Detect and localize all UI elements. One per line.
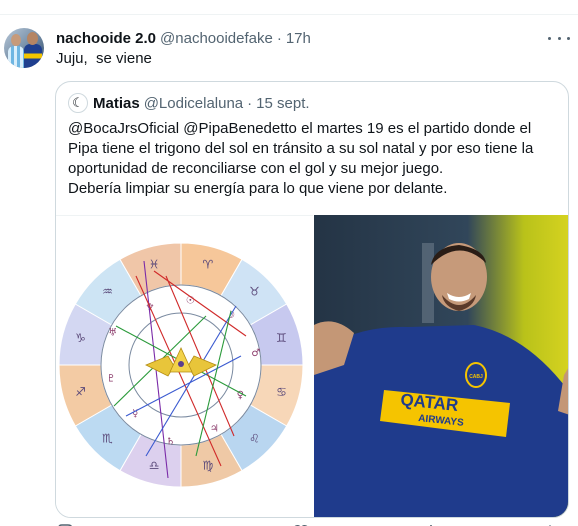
club-badge-text: CABJ — [469, 374, 483, 380]
quoted-tweet-header: ☾ Matias @Lodicelaluna · 15 sept. — [68, 93, 310, 113]
quoted-text-line: Debería limpiar su energía para lo que v… — [68, 180, 448, 197]
tweet-header: nachooide 2.0 @nachooidefake · 17h — [56, 28, 311, 48]
quoted-text-line: @BocaJrsOficial @PipaBenedetto el martes… — [68, 120, 532, 137]
quoted-tweet-text: @BocaJrsOficial @PipaBenedetto el martes… — [68, 119, 560, 199]
zodiac-glyph: ☉ — [186, 296, 195, 307]
zodiac-glyph: ♐ — [75, 385, 86, 399]
zodiac-glyph: ♃ — [210, 424, 219, 435]
quoted-date[interactable]: 15 sept. — [256, 95, 309, 112]
avatar-figure-left — [8, 46, 24, 68]
zodiac-glyph: ♌ — [249, 432, 260, 446]
avatar-head-right — [27, 32, 38, 45]
zodiac-glyph: ♎ — [149, 458, 160, 472]
zodiac-glyph: ♍ — [203, 458, 214, 472]
quoted-text-line: Pipa tiene el trigono del sol en tránsit… — [68, 140, 534, 157]
quoted-text-line: oportunidad de reconciliarse con el gol … — [68, 160, 444, 177]
zodiac-glyph: ♏ — [102, 432, 113, 446]
tweet[interactable]: nachooide 2.0 @nachooidefake · 17h Juju,… — [0, 15, 578, 526]
club-badge-icon: CABJ — [465, 362, 487, 388]
tweet-text: Juju, se viene — [56, 50, 152, 67]
player-photo[interactable]: QATAR AIRWAYS CABJ — [314, 215, 568, 517]
zodiac-glyph: ♒ — [102, 284, 113, 298]
zodiac-glyph: ♈ — [203, 258, 214, 272]
quoted-avatar-moon-icon[interactable]: ☾ — [68, 93, 88, 113]
tweet-actions: 1 228 — [0, 522, 578, 526]
user-handle[interactable]: @nachooidefake — [160, 30, 273, 47]
zodiac-glyph: ♄ — [166, 436, 175, 447]
zodiac-glyph: ♉ — [249, 284, 260, 298]
quoted-display-name[interactable]: Matias — [93, 95, 140, 112]
zodiac-glyph: ♊ — [276, 331, 287, 345]
avatar-figure-right — [24, 44, 42, 68]
astrology-chart-wheel: ♈♉♊♋♌♍♎♏♐♑♒♓☉☽♂♀♃♄☿♇♅♆ — [58, 242, 304, 488]
timestamp[interactable]: 17h — [286, 30, 311, 47]
zodiac-glyph: ♓ — [149, 258, 160, 272]
display-name[interactable]: nachooide 2.0 — [56, 30, 156, 47]
astrology-chart-image[interactable]: ♈♉♊♋♌♍♎♏♐♑♒♓☉☽♂♀♃♄☿♇♅♆ — [56, 215, 313, 517]
zodiac-glyph: ♋ — [276, 385, 287, 399]
quoted-separator-dot: · — [247, 94, 253, 112]
quoted-tweet[interactable]: ☾ Matias @Lodicelaluna · 15 sept. @BocaJ… — [55, 81, 569, 518]
zodiac-glyph: ♂ — [251, 348, 260, 359]
zodiac-glyph: ♅ — [108, 328, 117, 339]
separator-dot: · — [276, 29, 282, 47]
avatar[interactable] — [4, 28, 44, 68]
zodiac-glyph: ♑ — [75, 331, 86, 345]
avatar-head-left — [11, 34, 21, 46]
player-celebrating-image: QATAR AIRWAYS CABJ — [314, 215, 568, 517]
quoted-user-handle[interactable]: @Lodicelaluna — [144, 95, 243, 112]
zodiac-glyph: ♇ — [107, 373, 116, 384]
more-options-icon[interactable] — [548, 29, 570, 47]
